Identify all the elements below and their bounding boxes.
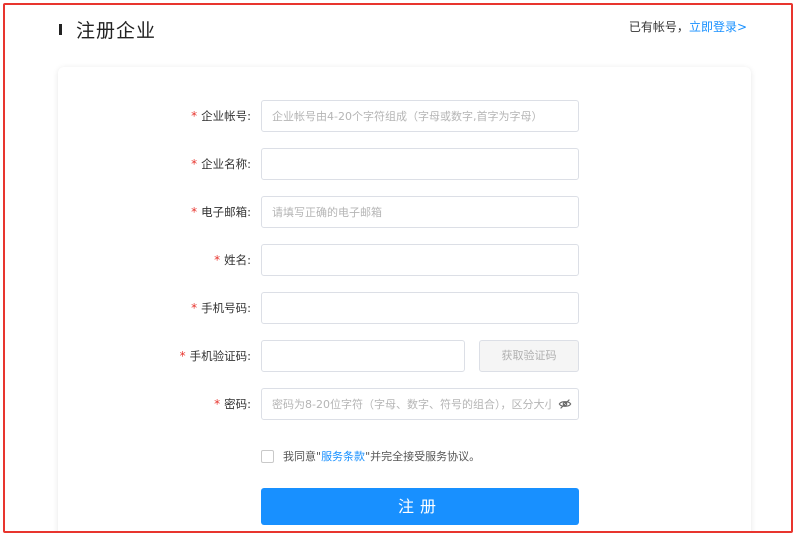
agreement-row: 我同意" 服务条款 "并完全接受服务协议。	[261, 448, 480, 464]
page-title: 注册企业	[76, 19, 157, 42]
company-name-label: * 企业名称:	[191, 157, 251, 171]
phone-label: * 手机号码:	[191, 301, 251, 315]
login-prompt: 已有帐号，	[628, 20, 689, 34]
password-input[interactable]	[261, 388, 579, 420]
required-mark: *	[191, 301, 198, 315]
email-input[interactable]	[261, 196, 579, 228]
form-row-email: * 电子邮箱:	[58, 196, 751, 228]
form-row-sms-code: * 手机验证码: 获取验证码	[58, 340, 751, 372]
company-name-input[interactable]	[261, 148, 579, 180]
account-label: * 企业帐号:	[191, 109, 251, 123]
required-mark: *	[214, 397, 221, 411]
required-mark: *	[191, 109, 198, 123]
password-label: * 密码:	[214, 397, 251, 411]
name-input[interactable]	[261, 244, 579, 276]
name-label: * 姓名:	[214, 253, 251, 267]
required-mark: *	[191, 205, 198, 219]
sms-code-label: * 手机验证码:	[179, 349, 251, 363]
email-label: * 电子邮箱:	[191, 205, 251, 219]
login-link[interactable]: 立即登录>	[689, 20, 747, 34]
eye-off-icon[interactable]	[558, 397, 572, 411]
required-mark: *	[214, 253, 221, 267]
title-marker	[59, 23, 62, 35]
form-row-company-name: * 企业名称:	[58, 148, 751, 180]
login-hint: 已有帐号，立即登录>	[629, 18, 747, 35]
get-code-button[interactable]: 获取验证码	[479, 340, 579, 372]
agreement-checkbox[interactable]	[261, 449, 274, 463]
required-mark: *	[179, 349, 186, 363]
sms-code-input[interactable]	[261, 340, 465, 372]
form-row-password: * 密码:	[58, 388, 751, 420]
account-input[interactable]	[261, 100, 579, 132]
agreement-prefix: 我同意"	[283, 450, 322, 463]
register-form-card: *企业帐号: *企业名称: *电子邮箱: *姓名: *手机号码: *手机验证码:…	[58, 67, 751, 531]
terms-link[interactable]: 服务条款	[321, 448, 365, 464]
register-button[interactable]: 注册	[261, 488, 579, 525]
highlight-frame: 注册企业 已有帐号，立即登录> *企业帐号: *企业名称: *电子邮箱: *姓名…	[3, 3, 793, 533]
form-row-account: * 企业帐号:	[58, 100, 751, 132]
form-row-name: * 姓名:	[58, 244, 751, 276]
agreement-suffix: "并完全接受服务协议。	[365, 450, 481, 463]
form-row-phone: * 手机号码:	[58, 292, 751, 324]
required-mark: *	[191, 157, 198, 171]
page-header: 注册企业	[59, 16, 156, 42]
phone-input[interactable]	[261, 292, 579, 324]
